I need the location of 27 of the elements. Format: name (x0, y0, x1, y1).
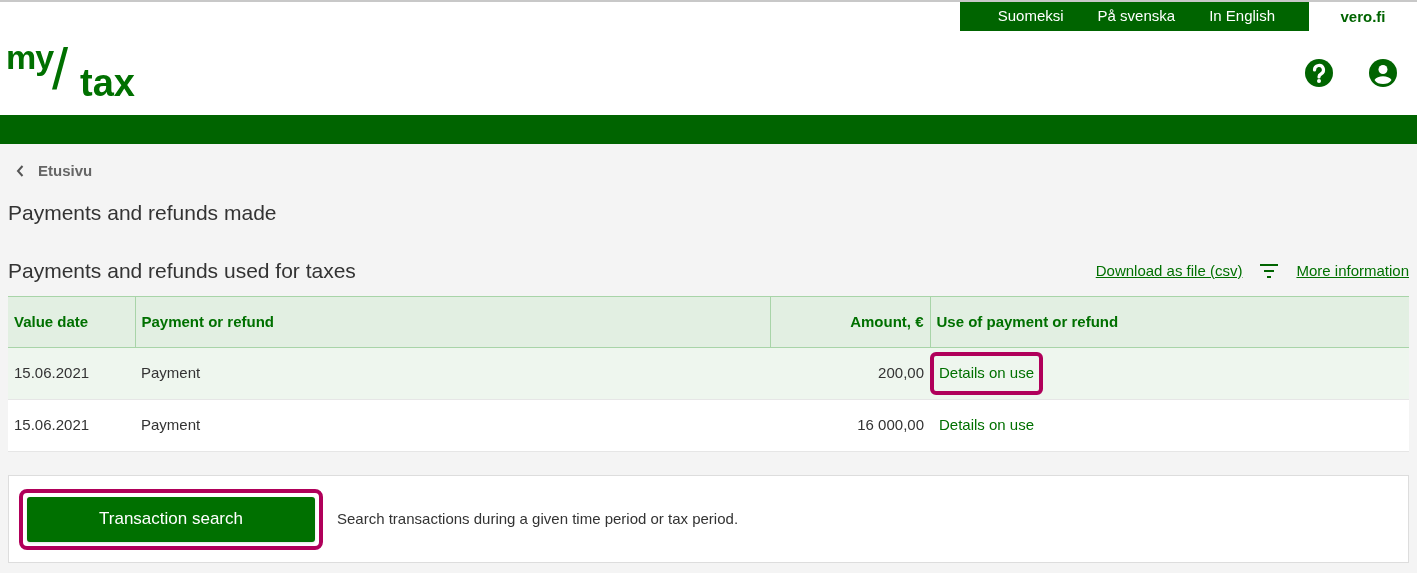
page-title: Payments and refunds made (8, 200, 278, 226)
breadcrumb-link[interactable]: Etusivu (38, 159, 93, 183)
column-header: Value date (8, 296, 135, 348)
details-link[interactable]: Details on use (930, 352, 1044, 395)
description-text: Search transactions during a given time period or tax period. (337, 508, 739, 529)
language-link[interactable]: In English (1209, 5, 1275, 28)
help-icon[interactable] (1305, 59, 1333, 87)
transaction-search-button[interactable]: Transaction search (27, 496, 315, 542)
column-header: Use of payment or refund (930, 296, 1409, 348)
table-cell: Payment (135, 399, 770, 452)
language-link[interactable]: Suomeksi (997, 5, 1064, 28)
site-link[interactable]: vero.fi (1309, 2, 1417, 31)
table-cell: 200,00 (770, 347, 930, 400)
user-icon[interactable] (1369, 59, 1397, 87)
language-link[interactable]: På svenska (1097, 5, 1176, 28)
more-information-link[interactable]: More information (1296, 259, 1409, 283)
download-link[interactable]: Download as file (csv) (1095, 259, 1243, 283)
column-header: Payment or refund (135, 296, 770, 348)
filter-icon[interactable] (1260, 264, 1279, 278)
table-cell: 15.06.2021 (8, 347, 135, 400)
column-header: Amount, € (770, 296, 930, 348)
details-link[interactable]: Details on use (930, 404, 1044, 447)
back-chevron-icon[interactable] (16, 165, 24, 177)
table-cell: Payment (135, 347, 770, 400)
table-cell: 15.06.2021 (8, 399, 135, 452)
section-title: Payments and refunds used for taxes (8, 258, 356, 285)
table-cell: 16 000,00 (770, 399, 930, 452)
